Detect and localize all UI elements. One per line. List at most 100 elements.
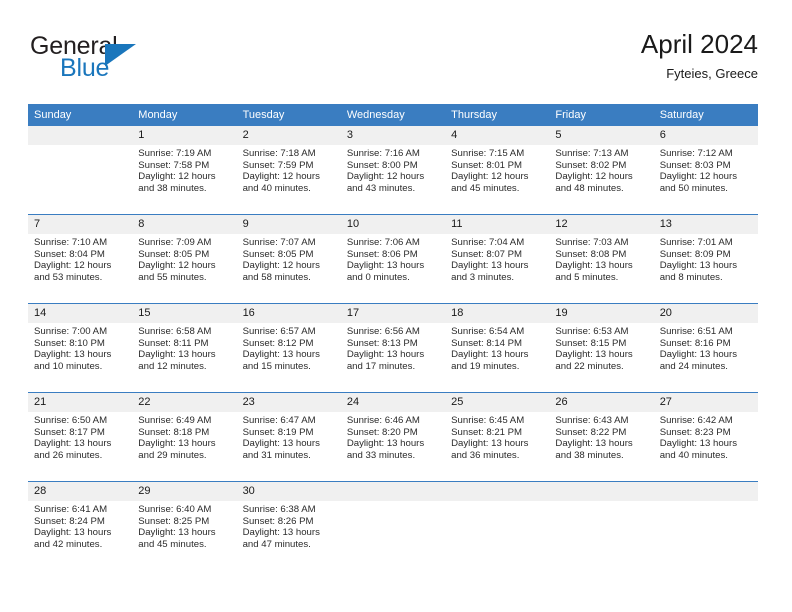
calendar-day-cell[interactable]: 10 Sunrise: 7:06 AM Sunset: 8:06 PM Dayligh…	[340, 215, 446, 303]
calendar-week-row: 7 Sunrise: 7:10 AM Sunset: 8:04 PM Daylight…	[28, 214, 758, 304]
sunset-time: Sunset: 8:04 PM	[34, 248, 105, 260]
daylight-duration-line2: and 26 minutes.	[34, 449, 103, 461]
day-sun-info: Sunrise: 6:47 AM Sunset: 8:19 PM Daylight:…	[237, 412, 341, 461]
day-sun-info: Sunrise: 6:46 AM Sunset: 8:20 PM Daylight:…	[341, 412, 445, 461]
calendar-day-cell[interactable]: 7 Sunrise: 7:10 AM Sunset: 8:04 PM Daylight…	[28, 215, 133, 303]
calendar-day-cell[interactable]: 14 Sunrise: 7:00 AM Sunset: 8:10 PM Dayligh…	[28, 304, 133, 392]
daylight-duration-line2: and 31 minutes.	[242, 449, 311, 461]
day-number: 3	[340, 126, 446, 145]
calendar-day-cell[interactable]: 15 Sunrise: 6:58 AM Sunset: 8:11 PM Dayligh…	[132, 304, 237, 392]
calendar-page: General Blue April 2024 Fyteies, Greece …	[0, 0, 792, 612]
day-number	[445, 482, 550, 501]
daylight-duration-line2: and 22 minutes.	[555, 360, 624, 372]
calendar-day-cell-empty	[445, 482, 550, 570]
daylight-duration-line1: Daylight: 13 hours	[138, 438, 216, 450]
sunset-time: Sunset: 8:05 PM	[242, 248, 314, 260]
calendar-day-cell[interactable]: 13 Sunrise: 7:01 AM Sunset: 8:09 PM Dayligh…	[653, 215, 758, 303]
page-header: General Blue April 2024 Fyteies, Greece	[28, 28, 758, 94]
weekday-header-friday: Friday	[549, 104, 654, 126]
calendar-day-cell[interactable]: 21 Sunrise: 6:50 AM Sunset: 8:17 PM Dayligh…	[28, 393, 133, 481]
daylight-duration-line1: Daylight: 13 hours	[555, 349, 633, 361]
calendar-day-cell[interactable]: 4 Sunrise: 7:15 AM Sunset: 8:01 PM Daylight…	[445, 126, 550, 214]
page-title: April 2024	[640, 29, 758, 59]
sunset-time: Sunset: 8:14 PM	[451, 337, 523, 349]
calendar-day-cell[interactable]: 6 Sunrise: 7:12 AM Sunset: 8:03 PM Daylight…	[653, 126, 758, 214]
calendar-day-cell[interactable]: 5 Sunrise: 7:13 AM Sunset: 8:02 PM Daylight…	[549, 126, 654, 214]
calendar-day-cell[interactable]: 23 Sunrise: 6:47 AM Sunset: 8:19 PM Dayligh…	[236, 393, 341, 481]
brand-logo[interactable]: General Blue	[28, 32, 258, 90]
calendar-day-cell[interactable]: 3 Sunrise: 7:16 AM Sunset: 8:00 PM Daylight…	[340, 126, 446, 214]
day-number: 29	[132, 482, 237, 501]
day-number: 22	[132, 393, 237, 412]
sunrise-time: Sunrise: 6:58 AM	[138, 326, 212, 337]
sunset-time: Sunset: 8:20 PM	[346, 426, 418, 438]
daylight-duration-line1: Daylight: 13 hours	[659, 349, 738, 361]
calendar-day-cell[interactable]: 24 Sunrise: 6:46 AM Sunset: 8:20 PM Dayligh…	[340, 393, 446, 481]
calendar-day-cell[interactable]: 26 Sunrise: 6:43 AM Sunset: 8:22 PM Dayligh…	[549, 393, 654, 481]
calendar-day-cell[interactable]: 19 Sunrise: 6:53 AM Sunset: 8:15 PM Dayligh…	[549, 304, 654, 392]
calendar-day-cell[interactable]: 22 Sunrise: 6:49 AM Sunset: 8:18 PM Dayligh…	[132, 393, 237, 481]
calendar-day-cell[interactable]: 28 Sunrise: 6:41 AM Sunset: 8:24 PM Dayligh…	[28, 482, 133, 570]
day-sun-info: Sunrise: 7:12 AM Sunset: 8:03 PM Daylight:…	[654, 145, 758, 194]
day-number: 4	[445, 126, 550, 145]
daylight-duration-line1: Daylight: 12 hours	[659, 171, 738, 183]
daylight-duration-line1: Daylight: 13 hours	[346, 438, 425, 450]
sunset-time: Sunset: 8:07 PM	[451, 248, 523, 260]
calendar-day-cell[interactable]: 18 Sunrise: 6:54 AM Sunset: 8:14 PM Dayligh…	[445, 304, 550, 392]
sunset-time: Sunset: 8:11 PM	[138, 337, 209, 349]
sunset-time: Sunset: 8:15 PM	[555, 337, 627, 349]
daylight-duration-line2: and 45 minutes.	[451, 182, 520, 194]
calendar-day-cell[interactable]: 11 Sunrise: 7:04 AM Sunset: 8:07 PM Dayligh…	[445, 215, 550, 303]
calendar-day-cell[interactable]: 1 Sunrise: 7:19 AM Sunset: 7:58 PM Daylight…	[132, 126, 237, 214]
daylight-duration-line2: and 47 minutes.	[242, 538, 311, 550]
day-sun-info: Sunrise: 7:16 AM Sunset: 8:00 PM Daylight:…	[341, 145, 445, 194]
day-number: 30	[236, 482, 341, 501]
day-sun-info: Sunrise: 7:18 AM Sunset: 7:59 PM Daylight:…	[237, 145, 341, 194]
sunrise-time: Sunrise: 6:43 AM	[555, 415, 629, 426]
calendar-day-cell[interactable]: 20 Sunrise: 6:51 AM Sunset: 8:16 PM Dayligh…	[653, 304, 758, 392]
sunrise-time: Sunrise: 6:49 AM	[138, 415, 212, 426]
sunrise-time: Sunrise: 7:15 AM	[451, 148, 525, 159]
calendar-day-cell[interactable]: 12 Sunrise: 7:03 AM Sunset: 8:08 PM Dayligh…	[549, 215, 654, 303]
day-number: 27	[653, 393, 758, 412]
calendar-day-cell[interactable]: 16 Sunrise: 6:57 AM Sunset: 8:12 PM Dayligh…	[236, 304, 341, 392]
sunrise-time: Sunrise: 6:38 AM	[242, 504, 316, 515]
calendar-day-cell[interactable]: 25 Sunrise: 6:45 AM Sunset: 8:21 PM Dayligh…	[445, 393, 550, 481]
calendar-day-cell[interactable]: 2 Sunrise: 7:18 AM Sunset: 7:59 PM Daylight…	[236, 126, 341, 214]
day-sun-info: Sunrise: 6:53 AM Sunset: 8:15 PM Daylight:…	[549, 323, 653, 372]
day-number: 13	[653, 215, 758, 234]
daylight-duration-line2: and 50 minutes.	[659, 182, 728, 194]
sunrise-time: Sunrise: 6:47 AM	[242, 415, 316, 426]
day-sun-info: Sunrise: 6:38 AM Sunset: 8:26 PM Daylight:…	[237, 501, 341, 550]
sunset-time: Sunset: 7:59 PM	[242, 159, 314, 171]
day-sun-info: Sunrise: 7:09 AM Sunset: 8:05 PM Daylight:…	[132, 234, 236, 283]
daylight-duration-line1: Daylight: 13 hours	[555, 438, 633, 450]
calendar-day-cell[interactable]: 8 Sunrise: 7:09 AM Sunset: 8:05 PM Daylight…	[132, 215, 237, 303]
calendar-day-cell[interactable]: 29 Sunrise: 6:40 AM Sunset: 8:25 PM Dayligh…	[132, 482, 237, 570]
daylight-duration-line2: and 3 minutes.	[451, 271, 515, 283]
day-number: 24	[340, 393, 446, 412]
sunrise-time: Sunrise: 6:45 AM	[451, 415, 525, 426]
weekday-header-monday: Monday	[132, 104, 237, 126]
daylight-duration-line1: Daylight: 12 hours	[555, 171, 633, 183]
sunset-time: Sunset: 8:10 PM	[34, 337, 105, 349]
day-number: 25	[445, 393, 550, 412]
day-sun-info: Sunrise: 7:10 AM Sunset: 8:04 PM Daylight:…	[28, 234, 132, 283]
day-number: 6	[653, 126, 758, 145]
calendar-header-row: Sunday Monday Tuesday Wednesday Thursday Frid…	[28, 104, 758, 126]
sunrise-time: Sunrise: 6:57 AM	[242, 326, 316, 337]
day-number: 8	[132, 215, 237, 234]
daylight-duration-line1: Daylight: 13 hours	[242, 349, 320, 361]
daylight-duration-line2: and 45 minutes.	[138, 538, 207, 550]
day-number: 28	[28, 482, 133, 501]
daylight-duration-line2: and 40 minutes.	[659, 449, 728, 461]
calendar-body: 1 Sunrise: 7:19 AM Sunset: 7:58 PM Daylight…	[28, 126, 758, 570]
sunrise-time: Sunrise: 6:46 AM	[346, 415, 420, 426]
calendar-day-cell[interactable]: 27 Sunrise: 6:42 AM Sunset: 8:23 PM Dayligh…	[653, 393, 758, 481]
calendar-day-cell[interactable]: 30 Sunrise: 6:38 AM Sunset: 8:26 PM Dayligh…	[236, 482, 341, 570]
calendar-day-cell[interactable]: 17 Sunrise: 6:56 AM Sunset: 8:13 PM Dayligh…	[340, 304, 446, 392]
calendar-day-cell[interactable]: 9 Sunrise: 7:07 AM Sunset: 8:05 PM Daylight…	[236, 215, 341, 303]
sunset-time: Sunset: 7:58 PM	[138, 159, 210, 171]
day-sun-info: Sunrise: 7:00 AM Sunset: 8:10 PM Daylight:…	[28, 323, 132, 372]
daylight-duration-line2: and 36 minutes.	[451, 449, 520, 461]
